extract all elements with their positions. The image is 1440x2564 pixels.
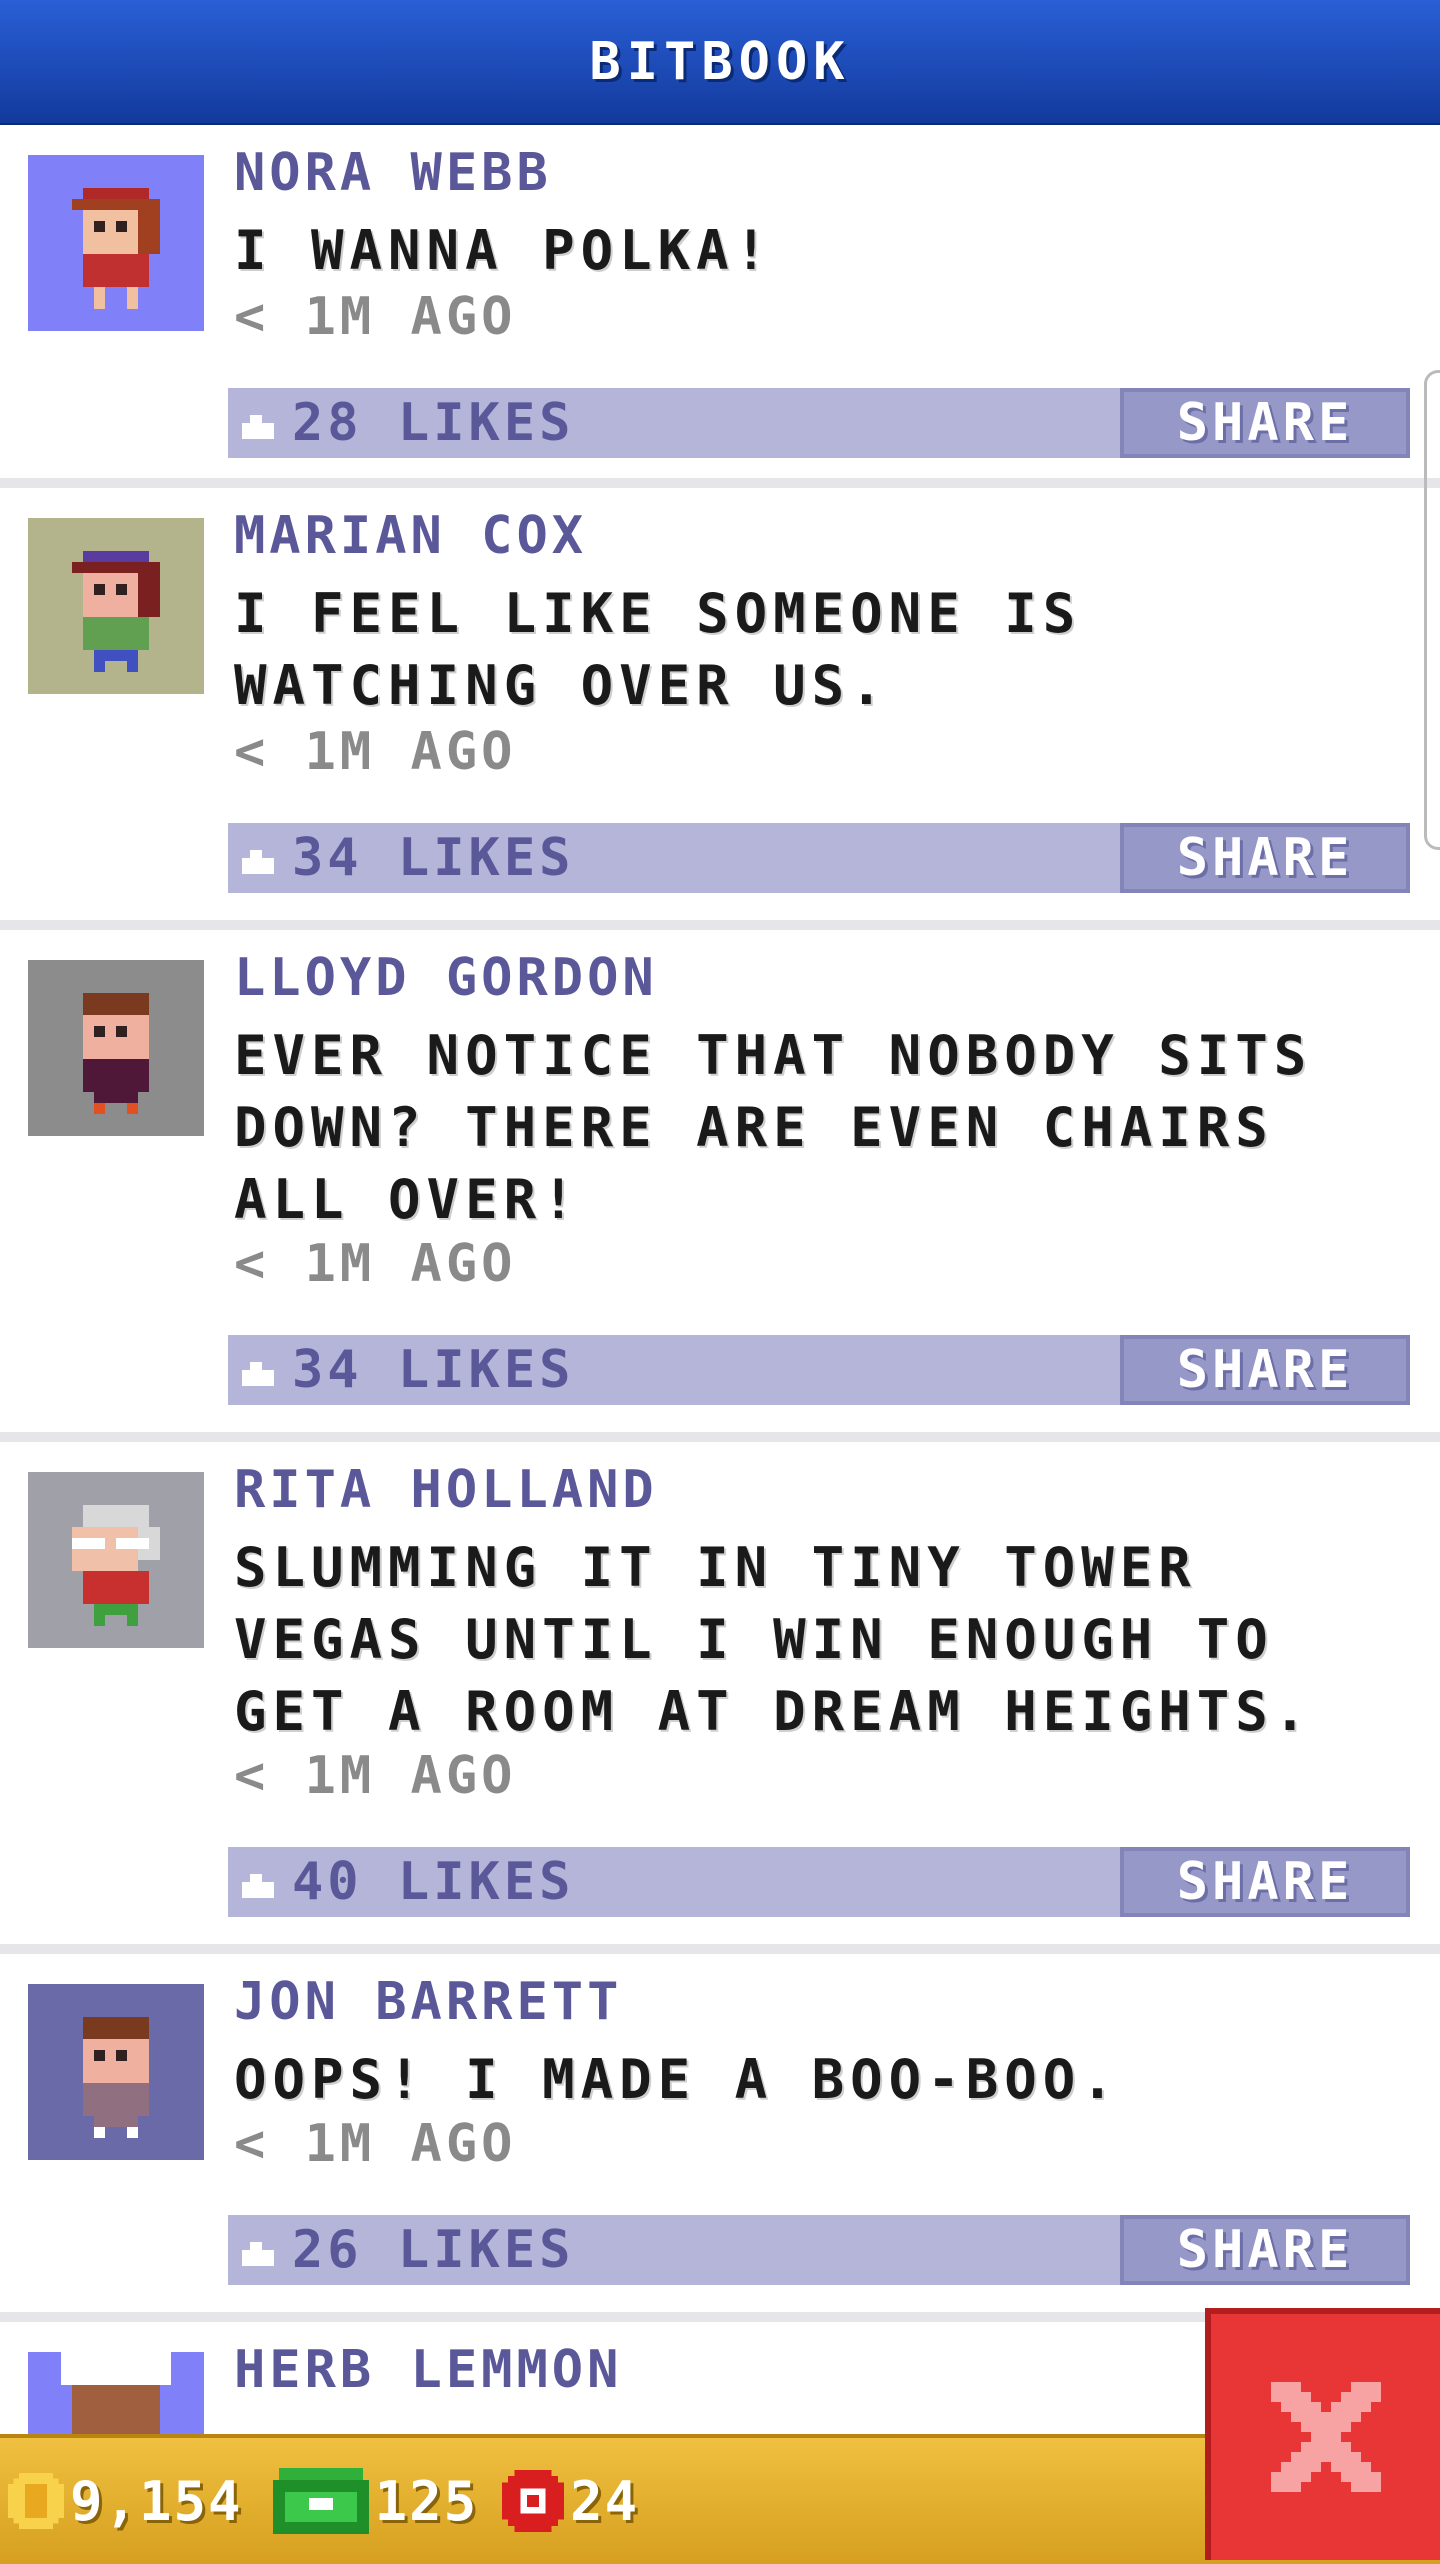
post-author[interactable]: RITA HOLLAND xyxy=(234,1460,658,1520)
thumbs-up-icon xyxy=(242,1874,274,1898)
avatar[interactable] xyxy=(28,155,204,331)
like-bar: 26 LIKES SHARE xyxy=(228,2215,1410,2285)
feed-post: LLOYD GORDON EVER NOTICE THAT NOBODY SIT… xyxy=(0,930,1440,1442)
post-author[interactable]: NORA WEBB xyxy=(234,143,552,203)
post-time: < 1M AGO xyxy=(234,287,517,347)
post-message: I FEEL LIKE SOMEONE IS WATCHING OVER US. xyxy=(234,582,1082,717)
bux-icon xyxy=(272,2468,369,2534)
share-button[interactable]: SHARE xyxy=(1120,823,1410,893)
like-bar: 40 LIKES SHARE xyxy=(228,1847,1410,1917)
feed-post: JON BARRETT OOPS! I MADE A BOO-BOO. < 1M… xyxy=(0,1954,1440,2322)
page-title: BITBOOK xyxy=(589,31,851,92)
chips-counter: 24 xyxy=(502,2470,639,2533)
post-message: I WANNA POLKA! xyxy=(234,219,774,282)
post-message: SLUMMING IT IN TINY TOWER VEGAS UNTIL I … xyxy=(234,1536,1313,1743)
avatar[interactable] xyxy=(28,1472,204,1648)
post-time: < 1M AGO xyxy=(234,722,517,782)
post-time: < 1M AGO xyxy=(234,1746,517,1806)
feed-list[interactable]: NORA WEBB I WANNA POLKA! < 1M AGO 28 LIK… xyxy=(0,125,1440,2532)
like-count[interactable]: 28 LIKES xyxy=(292,393,574,453)
feed-post: MARIAN COX I FEEL LIKE SOMEONE IS WATCHI… xyxy=(0,488,1440,930)
coin-icon xyxy=(8,2473,64,2529)
post-author[interactable]: MARIAN COX xyxy=(234,506,587,566)
like-count[interactable]: 40 LIKES xyxy=(292,1852,574,1912)
thumbs-up-icon xyxy=(242,2242,274,2266)
post-message: OOPS! I MADE A BOO-BOO. xyxy=(234,2048,1120,2111)
share-button[interactable]: SHARE xyxy=(1120,388,1410,458)
post-time: < 1M AGO xyxy=(234,2114,517,2174)
like-count[interactable]: 34 LIKES xyxy=(292,828,574,888)
post-author[interactable]: HERB LEMMON xyxy=(234,2340,622,2400)
scroll-indicator xyxy=(1424,370,1440,850)
coins-value: 9,154 xyxy=(70,2469,243,2533)
like-bar: 28 LIKES SHARE xyxy=(228,388,1410,458)
avatar[interactable] xyxy=(28,518,204,694)
like-bar: 34 LIKES SHARE xyxy=(228,823,1410,893)
post-author[interactable]: JON BARRETT xyxy=(234,1972,622,2032)
feed-post: RITA HOLLAND SLUMMING IT IN TINY TOWER V… xyxy=(0,1442,1440,1954)
close-icon xyxy=(1270,2382,1381,2492)
like-bar: 34 LIKES SHARE xyxy=(228,1335,1410,1405)
like-count[interactable]: 34 LIKES xyxy=(292,1340,574,1400)
share-button[interactable]: SHARE xyxy=(1120,1335,1410,1405)
app-header: BITBOOK xyxy=(0,0,1440,125)
like-count[interactable]: 26 LIKES xyxy=(292,2220,574,2280)
chips-value: 24 xyxy=(570,2469,640,2533)
chip-icon xyxy=(502,2470,565,2532)
thumbs-up-icon xyxy=(242,850,274,874)
thumbs-up-icon xyxy=(242,1362,274,1386)
share-button[interactable]: SHARE xyxy=(1120,1847,1410,1917)
thumbs-up-icon xyxy=(242,415,274,439)
close-button[interactable] xyxy=(1205,2308,1440,2560)
avatar[interactable] xyxy=(28,960,204,1136)
feed-post: NORA WEBB I WANNA POLKA! < 1M AGO 28 LIK… xyxy=(0,125,1440,488)
post-author[interactable]: LLOYD GORDON xyxy=(234,948,658,1008)
post-message: EVER NOTICE THAT NOBODY SITS DOWN? THERE… xyxy=(234,1024,1313,1231)
bux-counter: 125 xyxy=(272,2468,479,2534)
coins-counter: 9,154 xyxy=(8,2470,243,2533)
avatar[interactable] xyxy=(28,1984,204,2160)
bux-value: 125 xyxy=(374,2469,479,2533)
post-time: < 1M AGO xyxy=(234,1234,517,1294)
share-button[interactable]: SHARE xyxy=(1120,2215,1410,2285)
